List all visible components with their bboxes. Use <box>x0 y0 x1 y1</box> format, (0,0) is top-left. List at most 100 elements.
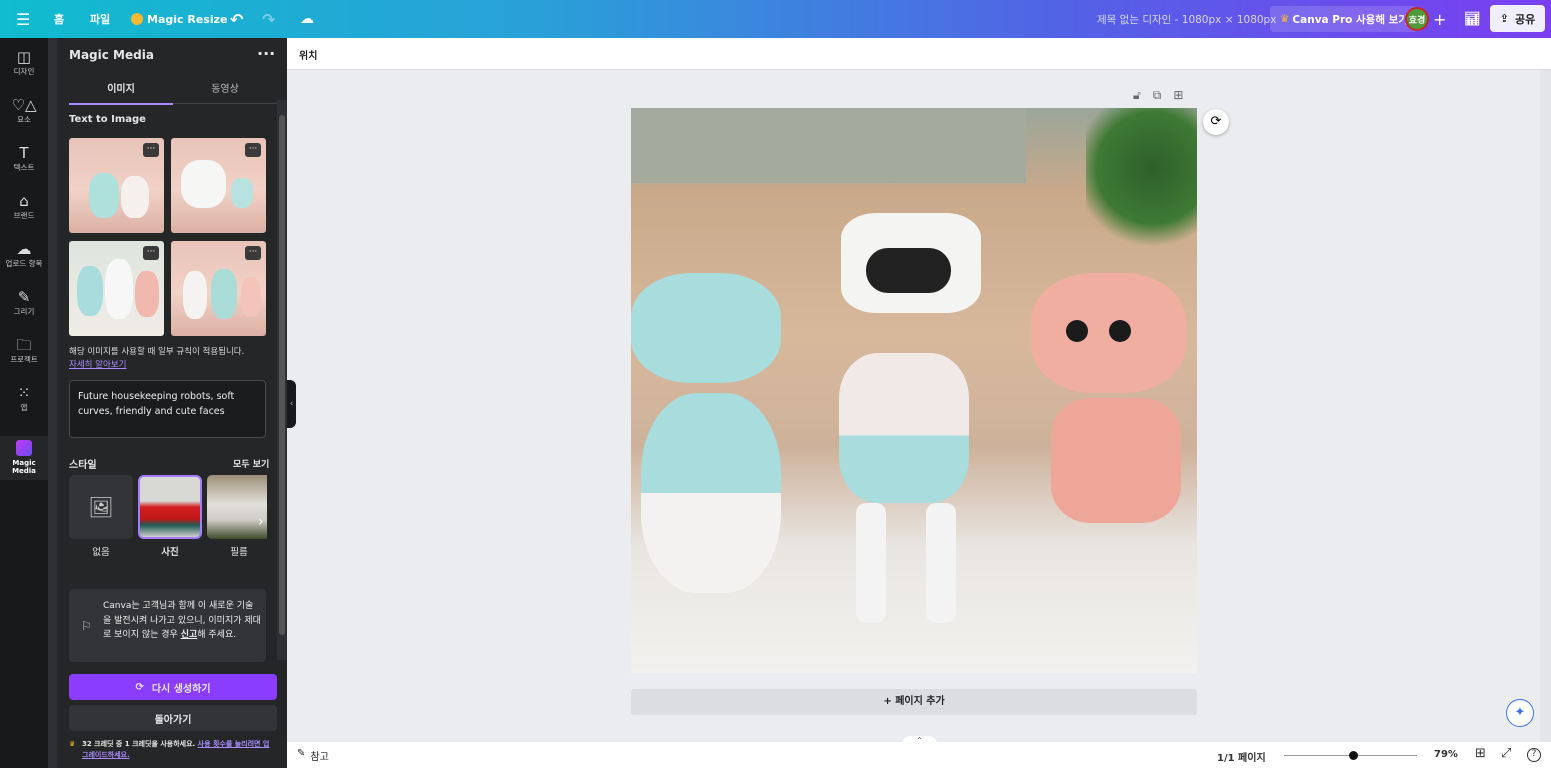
more-icon[interactable]: ··· <box>143 143 159 157</box>
rail-label: 텍스트 <box>13 163 35 172</box>
robot-white-eyes <box>866 248 951 293</box>
tab-video[interactable]: 동영상 <box>173 80 277 104</box>
generated-image-4[interactable]: ··· <box>171 241 266 336</box>
rail-text[interactable]: T 텍스트 <box>0 144 48 173</box>
rail-label: 요소 <box>17 115 31 124</box>
position-button[interactable]: 위치 <box>299 47 317 62</box>
brand-icon: ⌂ <box>19 192 29 210</box>
style-photo[interactable] <box>138 475 202 539</box>
refresh-design-icon[interactable]: ⟳ <box>1203 109 1229 135</box>
notes-button[interactable]: ✎ 참고 <box>297 748 329 763</box>
generated-image-2[interactable]: ··· <box>171 138 266 233</box>
avatar[interactable]: 효경 <box>1405 7 1429 31</box>
panel-scrollbar[interactable] <box>277 100 287 660</box>
rail-magic-media[interactable]: Magic Media <box>0 436 48 480</box>
see-all-link[interactable]: 모두 보기 <box>233 457 269 470</box>
robot-white-body <box>839 353 969 503</box>
flag-icon[interactable]: ⚐ <box>81 619 92 633</box>
analytics-icon[interactable]: 📊︎ <box>1464 0 1481 38</box>
chevron-up-icon[interactable]: ⌃ <box>902 736 937 746</box>
magic-resize-label: Magic Resize <box>147 12 228 26</box>
rail-label: 업로드 항목 <box>5 259 43 268</box>
share-icon: ⇪ <box>1499 12 1509 25</box>
zoom-slider-handle[interactable] <box>1349 751 1358 760</box>
rail-design[interactable]: ◫ 디자인 <box>0 48 48 77</box>
more-icon[interactable]: ··· <box>245 246 261 260</box>
notes-icon: ✎ <box>297 748 306 759</box>
learn-more-link[interactable]: 자세히 알아보기 <box>69 358 126 370</box>
regenerate-button[interactable]: ⟳ 다시 생성하기 <box>69 674 277 700</box>
robot-white-leg <box>856 503 886 623</box>
more-icon[interactable]: ··· <box>245 143 261 157</box>
regenerate-label: 다시 생성하기 <box>151 683 211 695</box>
share-label: 공유 <box>1514 12 1536 26</box>
feedback-box: ⚐ Canva는 고객님과 함께 이 새로운 기술을 발전시켜 나가고 있으니,… <box>69 589 266 662</box>
canvas-scrollbar[interactable] <box>1540 70 1551 742</box>
image-icon: 🖼︎ <box>88 495 114 519</box>
hamburger-icon[interactable]: ☰ <box>16 0 30 38</box>
crown-icon <box>131 13 143 25</box>
top-bar: ☰ 홈 파일 Magic Resize ↶ ↷ ☁ 제목 없는 디자인 - 10… <box>0 0 1551 38</box>
refresh-icon: ⟳ <box>135 681 144 693</box>
robot-teal-head <box>631 273 781 383</box>
home-button[interactable]: 홈 <box>54 0 64 38</box>
rail-elements[interactable]: ♡△ 요소 <box>0 96 48 125</box>
magic-media-panel: Magic Media ··· 이미지 동영상 Text to Image ··… <box>57 38 287 768</box>
style-none[interactable]: 🖼︎ <box>69 475 133 539</box>
more-options-icon[interactable]: ··· <box>257 44 275 63</box>
redo-icon[interactable]: ↷ <box>262 0 275 38</box>
upload-cloud-icon: ☁ <box>16 240 32 258</box>
apps-grid-icon: ⁙ <box>17 384 31 402</box>
generated-image-3[interactable]: ··· <box>69 241 164 336</box>
rail-uploads[interactable]: ☁ 업로드 항목 <box>0 240 48 269</box>
cloud-save-icon[interactable]: ☁ <box>300 0 314 38</box>
rail-label: 그리기 <box>13 307 35 316</box>
design-title[interactable]: 제목 없는 디자인 - 1080px × 1080px <box>1097 0 1276 38</box>
add-page-button[interactable]: + 페이지 추가 <box>631 689 1197 715</box>
magic-resize-button[interactable]: Magic Resize <box>131 0 227 38</box>
crown-icon: ♛ <box>1280 13 1290 25</box>
share-button[interactable]: ⇪ 공유 <box>1490 5 1545 32</box>
rail-label: 프로젝트 <box>10 355 38 364</box>
text-icon: T <box>19 144 29 162</box>
notes-label: 참고 <box>310 752 329 763</box>
magic-assistant-icon[interactable]: ✦ <box>1506 699 1534 727</box>
layout-icon: ◫ <box>16 48 32 66</box>
fullscreen-icon[interactable]: ⤢ <box>1501 746 1511 761</box>
chevron-right-icon[interactable]: › <box>258 514 264 530</box>
design-canvas[interactable] <box>631 108 1197 673</box>
rail-draw[interactable]: ✎ 그리기 <box>0 288 48 317</box>
side-rail: ◫ 디자인 ♡△ 요소 T 텍스트 ⌂ 브랜드 ☁ 업로드 항목 ✎ 그리기 🗀︎ 프로젝트 … <box>0 38 48 768</box>
robot-pink-body <box>1051 398 1181 523</box>
undo-icon[interactable]: ↶ <box>230 0 243 38</box>
robot-pink-eye <box>1109 320 1131 342</box>
style-photo-label: 사진 <box>161 547 179 558</box>
grid-view-icon[interactable]: ⊞ <box>1475 746 1486 761</box>
rail-scrollbar[interactable] <box>48 38 57 768</box>
style-film-label: 필름 <box>230 547 248 558</box>
add-page-icon[interactable]: ⊞ <box>1173 88 1183 103</box>
page-indicator[interactable]: 1/1 페이지 <box>1217 749 1266 764</box>
rail-projects[interactable]: 🗀︎ 프로젝트 <box>0 336 48 365</box>
report-link[interactable]: 신고 <box>181 630 198 640</box>
prompt-input[interactable]: Future housekeeping robots, soft curves,… <box>69 380 266 438</box>
rail-brand[interactable]: ⌂ 브랜드 <box>0 192 48 221</box>
tab-image[interactable]: 이미지 <box>69 80 173 105</box>
more-icon[interactable]: ··· <box>143 246 159 260</box>
add-collaborator-button[interactable]: + <box>1433 0 1446 38</box>
feedback-end: 해 주세요. <box>197 630 237 640</box>
style-label: 스타일 <box>69 460 97 471</box>
generated-image-1[interactable]: ··· <box>69 138 164 233</box>
help-icon[interactable]: ? <box>1527 748 1541 762</box>
collapse-panel-handle[interactable]: ‹ <box>287 380 296 428</box>
duplicate-icon[interactable]: ⧉ <box>1153 88 1162 103</box>
style-none-label: 없음 <box>92 547 110 558</box>
zoom-level[interactable]: 79% <box>1434 749 1458 760</box>
try-pro-label: Canva Pro 사용해 보기 <box>1292 13 1408 26</box>
rail-apps[interactable]: ⁙ 앱 <box>0 384 48 413</box>
robot-white-leg <box>926 503 956 623</box>
lock-icon[interactable]: 🔓︎ <box>1133 88 1141 103</box>
file-menu[interactable]: 파일 <box>90 0 110 38</box>
back-button[interactable]: 돌아가기 <box>69 705 277 731</box>
try-pro-button[interactable]: ♛ Canva Pro 사용해 보기 <box>1270 6 1418 32</box>
